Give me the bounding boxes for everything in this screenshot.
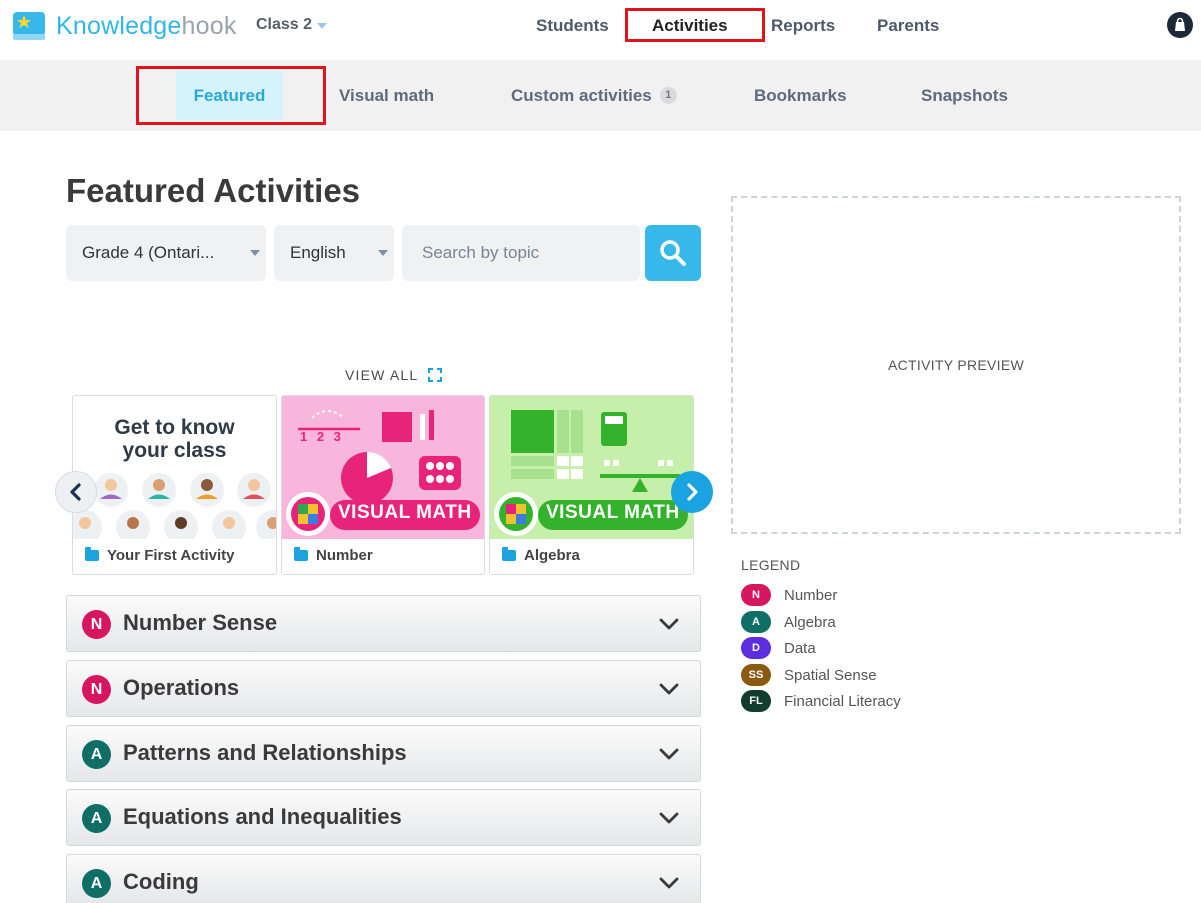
card-image: 1 2 3 VISUAL MATH bbox=[282, 396, 484, 539]
activity-card-algebra[interactable]: VISUAL MATH Algebra bbox=[489, 395, 694, 575]
search-icon bbox=[660, 240, 686, 266]
accordion-number-sense[interactable]: N Number Sense bbox=[66, 595, 701, 652]
accordion-patterns-and-relationships[interactable]: A Patterns and Relationships bbox=[66, 725, 701, 782]
card-label: Your First Activity bbox=[107, 547, 235, 564]
students-avatars-icon bbox=[73, 473, 276, 539]
highlight-box-activities bbox=[625, 8, 765, 42]
search-input[interactable] bbox=[402, 225, 640, 281]
carousel-prev-button[interactable] bbox=[55, 471, 97, 513]
tab-bookmarks[interactable]: Bookmarks bbox=[754, 60, 847, 131]
tab-snapshots[interactable]: Snapshots bbox=[921, 60, 1008, 131]
class-selector-label: Class 2 bbox=[256, 16, 313, 33]
legend-label: Algebra bbox=[784, 613, 836, 631]
view-all-label: VIEW ALL bbox=[345, 367, 419, 383]
strand-badge: A bbox=[82, 804, 111, 833]
legend-badge: N bbox=[741, 584, 771, 606]
legend-item-algebra: A Algebra bbox=[741, 610, 836, 634]
card-image: Get to know your class bbox=[73, 396, 276, 539]
legend-label: Number bbox=[784, 586, 838, 604]
nav-students[interactable]: Students bbox=[536, 16, 609, 36]
activity-card-first[interactable]: Get to know your class Your First Activi… bbox=[72, 395, 277, 575]
highlight-box-featured bbox=[136, 66, 326, 125]
card-image-title: VISUAL MATH bbox=[546, 502, 680, 523]
carousel-next-button[interactable] bbox=[671, 471, 713, 513]
language-select-value: English bbox=[290, 243, 346, 262]
tab-custom-activities-label: Custom activities bbox=[511, 85, 652, 105]
accordion-title: Equations and Inequalities bbox=[123, 804, 402, 829]
chevron-down-icon bbox=[250, 250, 260, 256]
card-image: VISUAL MATH bbox=[490, 396, 693, 539]
card-footer: Algebra bbox=[490, 537, 693, 574]
card-footer: Your First Activity bbox=[73, 537, 276, 574]
chevron-left-icon bbox=[70, 483, 81, 501]
chevron-down-icon bbox=[317, 23, 328, 29]
folder-icon bbox=[294, 547, 308, 561]
chevron-down-icon bbox=[659, 748, 679, 760]
view-all-link[interactable]: VIEW ALL bbox=[345, 367, 443, 383]
activity-preview-label: ACTIVITY PREVIEW bbox=[887, 357, 1024, 373]
chevron-right-icon bbox=[687, 483, 698, 501]
accordion-operations[interactable]: N Operations bbox=[66, 660, 701, 717]
legend-item-financial-literacy: FL Financial Literacy bbox=[741, 689, 901, 713]
search-button[interactable] bbox=[645, 225, 701, 281]
chevron-down-icon bbox=[659, 683, 679, 695]
legend-item-spatial-sense: SS Spatial Sense bbox=[741, 663, 877, 687]
number-line-labels: 1 2 3 bbox=[300, 429, 344, 444]
shopping-bag-icon[interactable] bbox=[1167, 12, 1193, 38]
page-title: Featured Activities bbox=[66, 172, 361, 209]
folder-icon bbox=[502, 547, 516, 561]
nav-parents[interactable]: Parents bbox=[877, 16, 939, 36]
folder-icon bbox=[85, 547, 99, 561]
book-star-icon bbox=[12, 10, 46, 42]
legend-item-number: N Number bbox=[741, 583, 837, 607]
activity-preview-panel: ACTIVITY PREVIEW bbox=[731, 196, 1181, 534]
card-footer: Number bbox=[282, 537, 484, 574]
activity-card-number[interactable]: 1 2 3 VISUAL MATH Number bbox=[281, 395, 485, 575]
chevron-down-icon bbox=[659, 618, 679, 630]
strand-badge: N bbox=[82, 610, 111, 639]
strand-badge: A bbox=[82, 740, 111, 769]
grade-select[interactable]: Grade 4 (Ontari... bbox=[66, 225, 266, 281]
legend-label: Spatial Sense bbox=[784, 666, 877, 684]
class-selector[interactable]: Class 2 bbox=[256, 16, 328, 34]
accordion-coding[interactable]: A Coding bbox=[66, 854, 701, 903]
brand-name: Knowledgehook bbox=[56, 11, 237, 40]
tab-custom-activities[interactable]: Custom activities 1 bbox=[511, 60, 677, 131]
strand-badge: A bbox=[82, 869, 111, 898]
accordion-equations-and-inequalities[interactable]: A Equations and Inequalities bbox=[66, 789, 701, 846]
legend-item-data: D Data bbox=[741, 636, 816, 660]
grade-select-value: Grade 4 (Ontari... bbox=[82, 243, 215, 262]
legend-badge: D bbox=[741, 637, 771, 659]
card-label: Number bbox=[316, 547, 373, 564]
accordion-title: Number Sense bbox=[123, 610, 278, 635]
chevron-down-icon bbox=[378, 250, 388, 256]
count-badge: 1 bbox=[659, 87, 677, 104]
accordion-title: Patterns and Relationships bbox=[123, 740, 407, 765]
tab-visual-math[interactable]: Visual math bbox=[339, 60, 434, 131]
card-label: Algebra bbox=[524, 547, 580, 564]
accordion-title: Operations bbox=[123, 675, 240, 700]
nav-reports[interactable]: Reports bbox=[771, 16, 835, 36]
language-select[interactable]: English bbox=[274, 225, 394, 281]
legend-badge: FL bbox=[741, 690, 771, 712]
legend-label: Financial Literacy bbox=[784, 692, 901, 710]
chevron-down-icon bbox=[659, 812, 679, 824]
expand-icon bbox=[428, 368, 443, 382]
legend-label: Data bbox=[784, 639, 816, 657]
legend-badge: SS bbox=[741, 664, 771, 686]
brand-logo[interactable]: Knowledgehook bbox=[12, 10, 237, 42]
legend-badge: A bbox=[741, 611, 771, 633]
legend-title: LEGEND bbox=[741, 557, 801, 573]
strand-badge: N bbox=[82, 675, 111, 704]
card-image-title: VISUAL MATH bbox=[338, 502, 472, 523]
chevron-down-icon bbox=[659, 877, 679, 889]
top-bar: Knowledgehook Class 2 Students Activitie… bbox=[0, 0, 1201, 60]
accordion-title: Coding bbox=[123, 869, 199, 894]
